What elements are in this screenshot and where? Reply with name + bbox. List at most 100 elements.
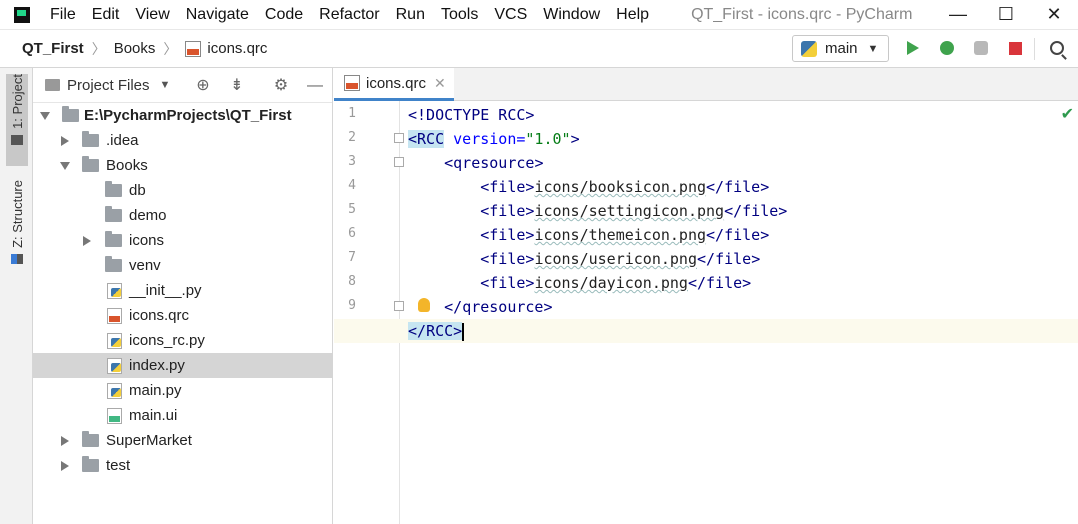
tree-item-label: demo: [129, 207, 167, 224]
code-line: <file>icons/themeicon.png</file>: [480, 226, 770, 244]
run-button[interactable]: [904, 39, 922, 57]
menu-navigate[interactable]: Navigate: [178, 6, 257, 24]
tree-item[interactable]: __init__.py: [33, 278, 333, 303]
code-token: file: [489, 178, 526, 196]
line-number: 9: [348, 298, 356, 313]
code-line: </qresource>: [444, 298, 553, 316]
debug-icon: [940, 41, 954, 55]
search-everywhere-button[interactable]: [1048, 39, 1066, 57]
folder-icon: [105, 231, 122, 247]
gear-icon[interactable]: ⚙: [272, 77, 290, 95]
structure-tool-tab[interactable]: Z: Structure: [6, 180, 28, 280]
tree-item[interactable]: icons: [33, 228, 333, 253]
code-token: file: [742, 202, 779, 220]
tree-item[interactable]: demo: [33, 203, 333, 228]
chevron-down-icon[interactable]: ▼: [160, 79, 171, 91]
locate-file-icon[interactable]: ⊕: [194, 77, 212, 95]
menu-file[interactable]: File: [42, 6, 84, 24]
menu-help[interactable]: Help: [608, 6, 657, 24]
breadcrumb-file[interactable]: icons.qrc: [185, 40, 267, 57]
folder-icon: [45, 79, 60, 91]
tree-item-label: index.py: [129, 357, 185, 374]
run-configuration-select[interactable]: main ▼: [792, 35, 889, 62]
line-number: 2: [348, 130, 356, 145]
code-token: file: [489, 226, 526, 244]
qrc-file-icon: [107, 307, 122, 324]
stop-button[interactable]: [1006, 39, 1024, 57]
python-icon: [801, 40, 817, 57]
close-window-button[interactable]: ✕: [1030, 0, 1078, 30]
tree-item[interactable]: db: [33, 178, 333, 203]
project-tool-tab[interactable]: 1: Project: [6, 74, 28, 166]
menu-run[interactable]: Run: [388, 6, 433, 24]
menu-window[interactable]: Window: [535, 6, 608, 24]
breadcrumb-project[interactable]: QT_First: [22, 40, 84, 57]
code-line-current: </RCC>: [334, 319, 1078, 343]
hide-panel-icon[interactable]: —: [306, 77, 324, 95]
code-token: file: [489, 274, 526, 292]
menu-vcs[interactable]: VCS: [486, 6, 535, 24]
tree-item[interactable]: main.py: [33, 378, 333, 403]
menu-view[interactable]: View: [127, 6, 177, 24]
tree-item[interactable]: SuperMarket: [33, 428, 333, 453]
menu-code[interactable]: Code: [257, 6, 311, 24]
pycharm-logo-icon: [14, 6, 30, 23]
breadcrumb-books[interactable]: Books: [114, 40, 156, 57]
code-line: <file>icons/settingicon.png</file>: [480, 202, 788, 220]
chevron-right-icon[interactable]: [83, 235, 91, 246]
tree-item[interactable]: .idea: [33, 128, 333, 153]
fold-marker-icon[interactable]: [394, 301, 404, 311]
code-token: file: [724, 226, 761, 244]
editor-tab-bar: icons.qrc ✕: [334, 68, 1078, 101]
toolbar-divider: [1034, 38, 1035, 60]
text-caret: [462, 322, 465, 341]
collapse-all-icon[interactable]: ⇟: [228, 77, 246, 95]
line-number: 4: [348, 178, 356, 193]
tree-item[interactable]: icons.qrc: [33, 303, 333, 328]
tree-item-selected[interactable]: index.py: [33, 353, 333, 378]
project-view-selector[interactable]: Project Files: [67, 77, 150, 94]
chevron-down-icon[interactable]: [60, 161, 70, 170]
code-line: <qresource>: [444, 154, 544, 172]
menu-edit[interactable]: Edit: [84, 6, 128, 24]
tree-item-label: main.ui: [129, 407, 178, 424]
qrc-file-icon: [344, 75, 360, 91]
tree-item[interactable]: Books: [33, 153, 333, 178]
folder-icon: [105, 181, 122, 197]
code-editor[interactable]: <!DOCTYPE RCC> <RCC version="1.0"> <qres…: [334, 101, 1078, 524]
close-icon[interactable]: ✕: [434, 75, 446, 92]
tree-item[interactable]: icons_rc.py: [33, 328, 333, 353]
fold-marker-icon[interactable]: [394, 157, 404, 167]
qt-ui-file-icon: [107, 407, 122, 424]
coverage-button[interactable]: [972, 39, 990, 57]
code-token: file: [715, 250, 752, 268]
tree-item[interactable]: main.ui: [33, 403, 333, 428]
folder-icon: [82, 131, 99, 147]
minimize-button[interactable]: —: [934, 0, 982, 30]
maximize-button[interactable]: ☐: [982, 0, 1030, 30]
breadcrumb-file-label: icons.qrc: [207, 40, 268, 57]
chevron-right-icon[interactable]: [61, 435, 69, 446]
line-number: 5: [348, 202, 356, 217]
chevron-right-icon[interactable]: [61, 135, 69, 146]
debug-button[interactable]: [938, 39, 956, 57]
tree-item[interactable]: E:\PycharmProjects\QT_First: [33, 103, 333, 128]
tree-item[interactable]: venv: [33, 253, 333, 278]
tree-item-label: SuperMarket: [106, 432, 192, 449]
chevron-right-icon[interactable]: [61, 460, 69, 471]
menu-tools[interactable]: Tools: [433, 6, 486, 24]
chevron-down-icon[interactable]: [40, 111, 50, 120]
navigation-bar: QT_First 〉 Books 〉 icons.qrc main ▼: [0, 30, 1078, 68]
tree-item-label: __init__.py: [129, 282, 202, 299]
fold-marker-icon[interactable]: [394, 133, 404, 143]
code-token: qresource: [453, 154, 535, 172]
editor-tab-icons-qrc[interactable]: icons.qrc ✕: [334, 68, 454, 101]
code-token: version: [453, 130, 517, 148]
tree-item-label: icons: [129, 232, 165, 249]
menu-refactor[interactable]: Refactor: [311, 6, 387, 24]
code-token: <!DOCTYPE RCC>: [408, 106, 535, 124]
tree-item[interactable]: test: [33, 453, 333, 478]
code-token: file: [489, 250, 526, 268]
inspection-ok-icon[interactable]: ✔: [1061, 104, 1074, 124]
structure-icon: [11, 253, 23, 264]
